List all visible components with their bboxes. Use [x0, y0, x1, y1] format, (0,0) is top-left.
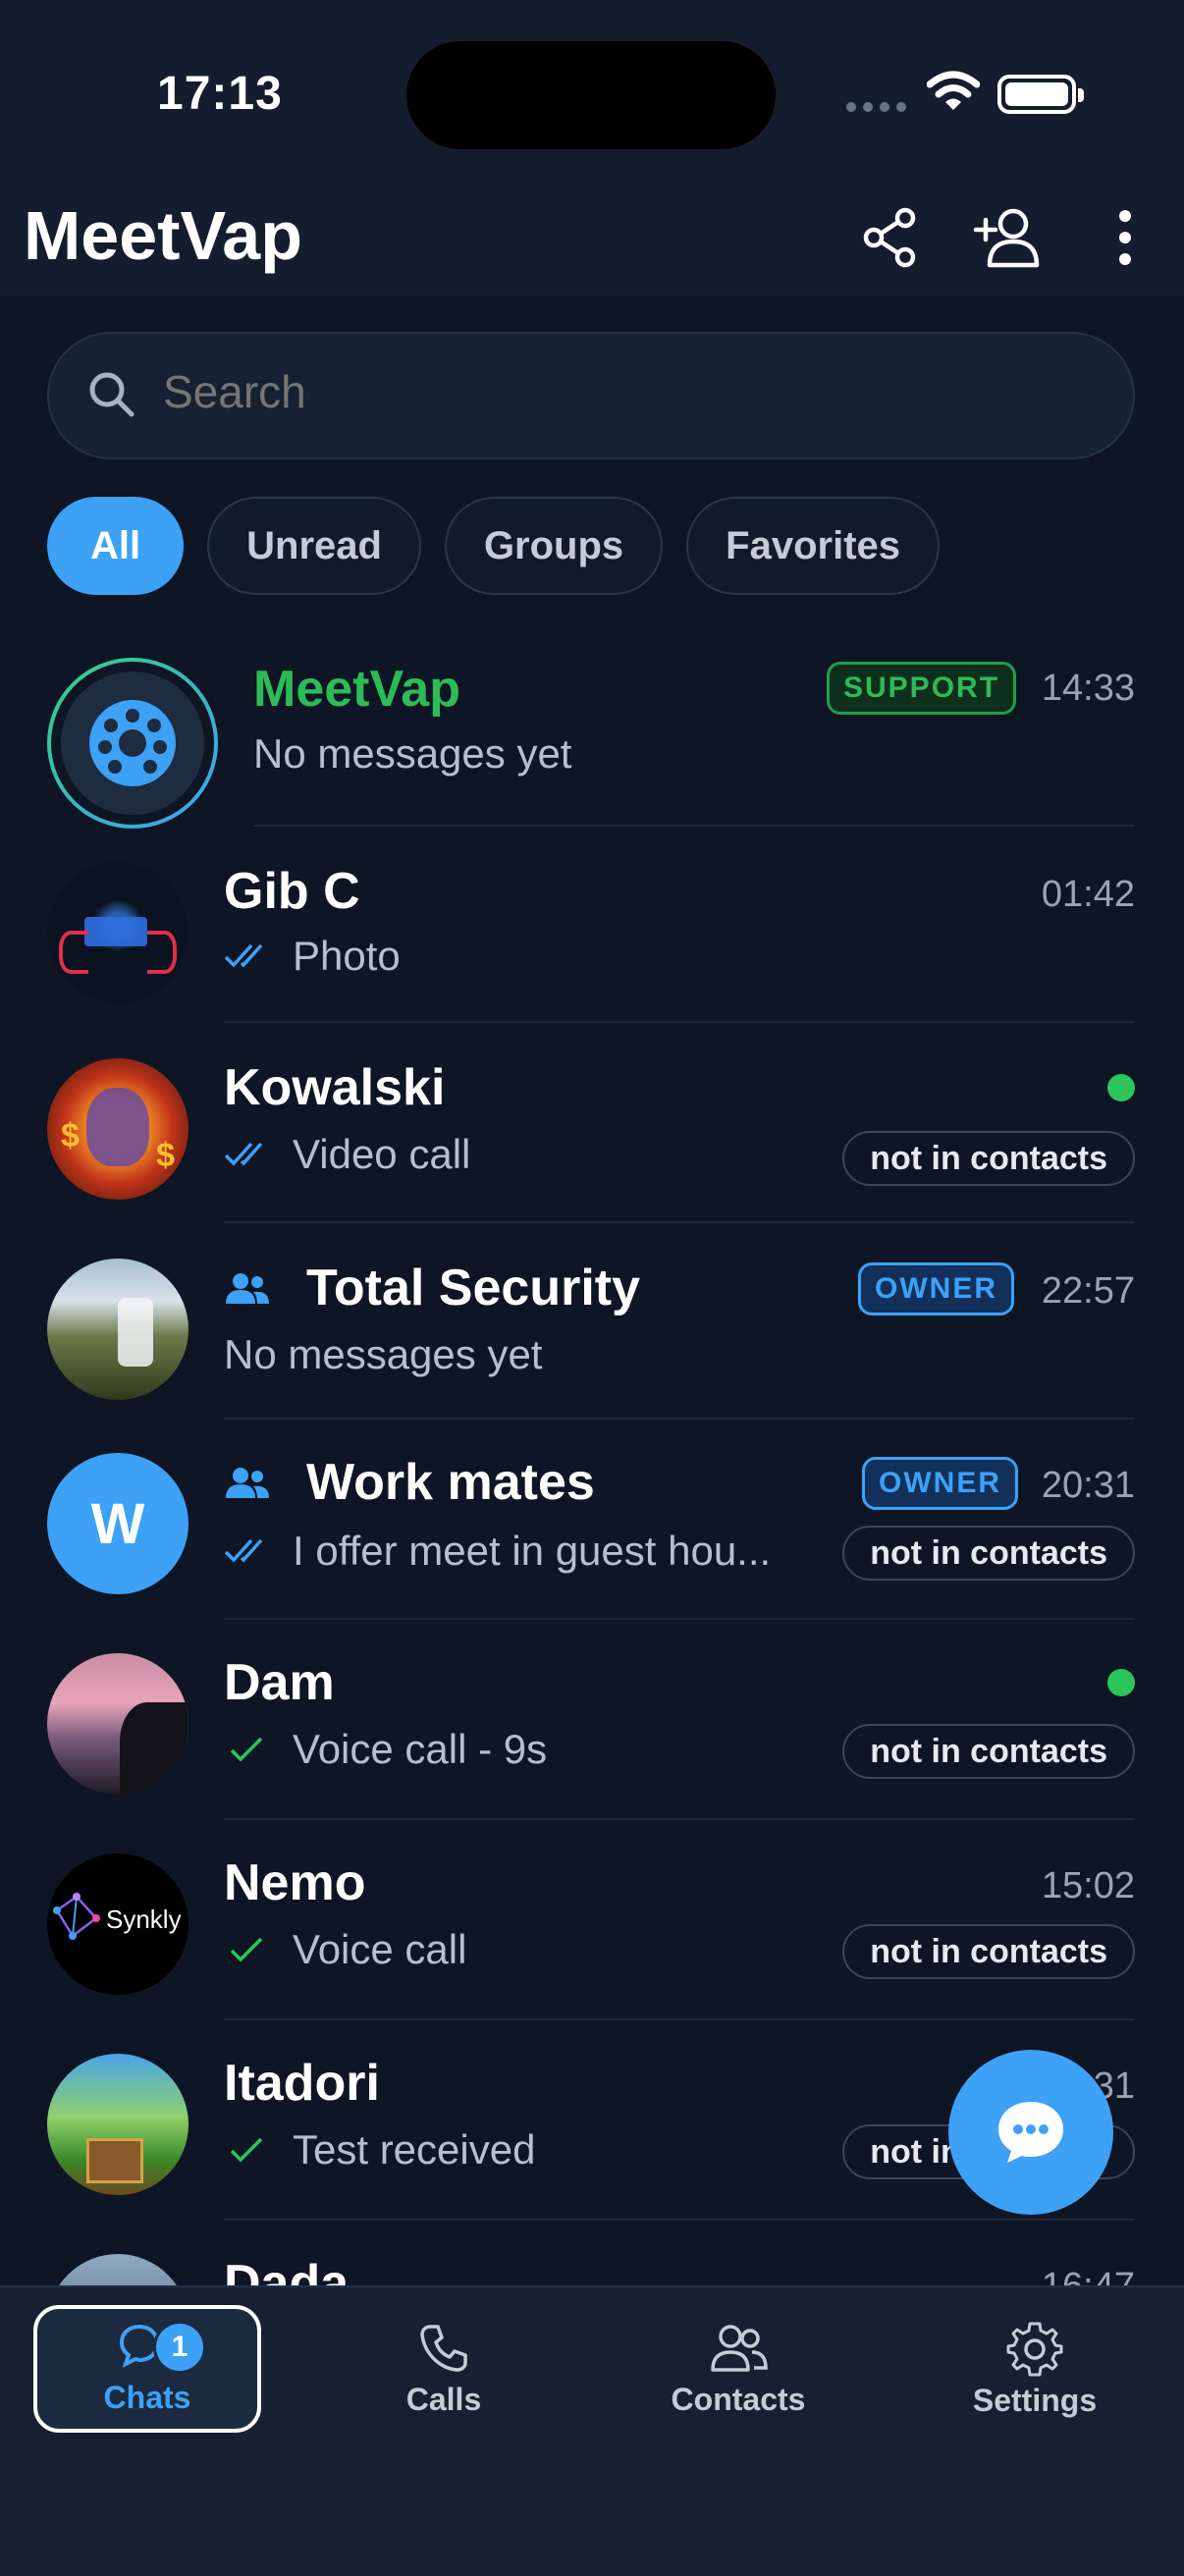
online-indicator: [1107, 1669, 1135, 1696]
chat-last-message: No messages yet: [253, 730, 572, 777]
filter-favorites[interactable]: Favorites: [686, 497, 941, 595]
avatar: W: [47, 1453, 188, 1594]
divider: [253, 825, 1135, 827]
avatar: [47, 1259, 188, 1400]
nav-label: Chats: [103, 2379, 191, 2415]
chat-row-total-security[interactable]: Total Security OWNER 22:57 No messages y…: [0, 1241, 1184, 1418]
chat-row-gib-c[interactable]: Gib C 01:42 Photo: [0, 844, 1184, 1021]
gear-icon: [1006, 2322, 1063, 2376]
support-badge: SUPPORT: [827, 662, 1017, 715]
chat-last-message: Voice call - 9s: [224, 1726, 547, 1773]
chat-row-meetvap[interactable]: MeetVap SUPPORT 14:33 No messages yet: [0, 648, 1184, 829]
share-icon[interactable]: [860, 206, 919, 269]
not-in-contacts-tag: not in contacts: [842, 1526, 1135, 1581]
unread-badge: 1: [153, 2321, 206, 2374]
chat-time: 14:33: [1041, 668, 1135, 709]
chat-row-kowalski[interactable]: $ $ Kowalski Video call not in contacts: [0, 1041, 1184, 1221]
chat-last-message: Video call: [224, 1131, 470, 1178]
chat-time: 20:31: [1041, 1465, 1135, 1506]
nav-label: Calls: [405, 2381, 482, 2417]
chat-name: Total Security: [306, 1260, 641, 1316]
status-time: 17:13: [157, 68, 283, 120]
owner-badge: OWNER: [858, 1262, 1014, 1315]
divider: [224, 1221, 1135, 1223]
dynamic-island: [406, 41, 776, 149]
chat-name: Nemo: [224, 1854, 366, 1911]
synkly-logo-icon: [53, 1893, 100, 1940]
chat-last-message: Test received: [224, 2126, 535, 2174]
nav-settings[interactable]: Settings: [921, 2305, 1149, 2433]
chat-row-nemo[interactable]: Synkly Nemo 15:02 Voice call not in cont…: [0, 1838, 1184, 2018]
new-chat-button[interactable]: [948, 2050, 1113, 2215]
chat-row-dam[interactable]: Dam Voice call - 9s not in contacts: [0, 1637, 1184, 1818]
nav-chats[interactable]: 1 Chats: [33, 2305, 261, 2433]
filter-tabs: All Unread Groups Favorites: [47, 497, 941, 595]
not-in-contacts-tag: not in contacts: [842, 1131, 1135, 1186]
owner-badge: OWNER: [862, 1457, 1018, 1510]
chat-name: Kowalski: [224, 1059, 446, 1116]
divider: [224, 1418, 1135, 1420]
nav-calls[interactable]: Calls: [330, 2305, 558, 2433]
chat-last-message: Voice call: [224, 1926, 466, 1973]
add-contact-icon[interactable]: [972, 206, 1043, 269]
avatar: [47, 2054, 188, 2195]
chat-name: Gib C: [224, 863, 360, 920]
nav-label: Settings: [972, 2382, 1098, 2418]
avatar: Synkly: [47, 1853, 188, 1995]
chat-time: 15:02: [1041, 1865, 1135, 1906]
rotary-phone-icon: [89, 700, 176, 786]
divider: [224, 1818, 1135, 1820]
not-in-contacts-tag: not in contacts: [842, 1924, 1135, 1979]
chat-bubble-icon: [998, 2102, 1063, 2163]
chat-time: 22:57: [1041, 1270, 1135, 1312]
check-icon: [230, 1737, 263, 1762]
double-check-icon: [224, 1538, 263, 1563]
filter-groups[interactable]: Groups: [444, 497, 664, 595]
chat-last-message: Photo: [224, 933, 401, 980]
nav-label: Contacts: [671, 2381, 806, 2417]
battery-icon: [997, 75, 1084, 114]
double-check-icon: [224, 943, 263, 968]
filter-unread[interactable]: Unread: [207, 497, 421, 595]
avatar: [47, 862, 188, 1003]
chat-last-message: No messages yet: [224, 1331, 543, 1377]
divider: [224, 2018, 1135, 2020]
online-indicator: [1107, 1074, 1135, 1101]
chat-name: Itadori: [224, 2055, 380, 2112]
double-check-icon: [224, 1142, 263, 1166]
support-avatar: [47, 658, 218, 829]
chat-time: 01:42: [1041, 874, 1135, 915]
chat-name: MeetVap: [253, 661, 460, 718]
not-in-contacts-tag: not in contacts: [842, 1724, 1135, 1779]
contacts-icon: [711, 2324, 768, 2372]
more-options-icon[interactable]: [1111, 206, 1139, 269]
chat-name: Work mates: [306, 1454, 595, 1511]
bottom-navigation: 1 Chats Calls Contacts Settings: [0, 2285, 1184, 2576]
chat-row-work-mates[interactable]: W Work mates OWNER 20:31 I offer meet in…: [0, 1437, 1184, 1618]
search-icon: [89, 372, 135, 417]
group-icon: [226, 1468, 269, 1498]
divider: [224, 1021, 1135, 1023]
chat-last-message: I offer meet in guest hou...: [224, 1528, 771, 1575]
divider: [224, 1618, 1135, 1620]
wifi-icon: [927, 71, 980, 110]
check-icon: [230, 2137, 263, 2163]
cellular-signal-icon: [846, 102, 906, 112]
search-input[interactable]: [163, 365, 1047, 418]
divider: [224, 2219, 1135, 2221]
group-icon: [226, 1273, 269, 1304]
check-icon: [230, 1937, 263, 1962]
filter-all[interactable]: All: [47, 497, 185, 595]
app-title: MeetVap: [24, 197, 302, 274]
phone-icon: [420, 2324, 467, 2372]
avatar: $ $: [47, 1058, 188, 1200]
search-bar[interactable]: [47, 332, 1135, 459]
chat-name: Dam: [224, 1654, 335, 1711]
nav-contacts[interactable]: Contacts: [624, 2305, 852, 2433]
avatar: [47, 1653, 188, 1795]
